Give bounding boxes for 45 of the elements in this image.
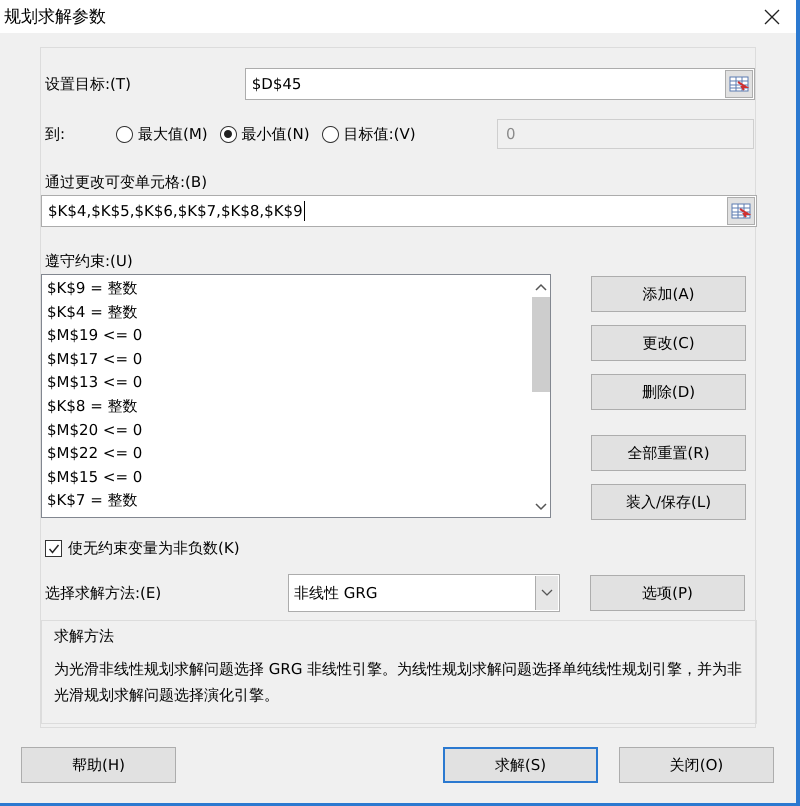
radio-option[interactable]: 最大值(M) (116, 124, 208, 144)
chevron-down-icon (541, 589, 553, 597)
dialog-button[interactable]: 求解(S) (443, 747, 598, 783)
close-icon[interactable] (764, 8, 780, 24)
constraint-item[interactable]: $K$7 = 整数 (47, 489, 532, 513)
constraint-button[interactable]: 添加(A) (591, 276, 746, 312)
scroll-down-icon[interactable] (535, 503, 547, 511)
constraint-button[interactable]: 删除(D) (591, 374, 746, 410)
constraint-item[interactable]: $K$8 = 整数 (47, 394, 532, 419)
method-label: 选择求解方法:(E) (45, 584, 162, 602)
constraint-button[interactable]: 全部重置(R) (591, 435, 746, 471)
objective-label: 设置目标:(T) (45, 74, 132, 94)
constraint-item[interactable]: $M$15 <= 0 (47, 466, 532, 490)
options-button[interactable]: 选项(P) (590, 575, 745, 611)
dialog-button[interactable]: 关闭(O) (619, 747, 774, 783)
method-dropdown[interactable]: 非线性 GRG (288, 574, 560, 612)
scrollbar-thumb[interactable] (532, 297, 550, 392)
constraint-item[interactable]: $K$9 = 整数 (47, 277, 532, 301)
nonnegative-checkbox[interactable]: 使无约束变量为非负数(K) (45, 539, 755, 558)
constraint-button[interactable]: 装入/保存(L) (591, 484, 746, 520)
scroll-up-icon[interactable] (535, 283, 547, 291)
description-title: 求解方法 (54, 627, 115, 646)
description-text: 为光滑非线性规划求解问题选择 GRG 非线性引擎。为线性规划求解问题选择单纯线性规划引擎，并为非光滑规划求解问题选择演化引擎。 (54, 659, 744, 706)
constraint-item[interactable]: $M$20 <= 0 (47, 418, 532, 442)
grid-icon (731, 203, 751, 219)
window-title: 规划求解参数 (4, 6, 106, 28)
changing-cells-label: 通过更改可变单元格:(B) (45, 173, 208, 193)
constraint-item[interactable]: $M$17 <= 0 (47, 348, 532, 372)
dialog-button[interactable]: 帮助(H) (21, 747, 176, 783)
to-label: 到: (45, 124, 66, 144)
constraints-label: 遵守约束:(U) (45, 252, 134, 272)
constraint-item[interactable]: $M$22 <= 0 (47, 442, 532, 466)
changing-cells-field[interactable]: $K$4,$K$5,$K$6,$K$7,$K$8,$K$9 (41, 195, 757, 227)
objective-field[interactable]: $D$45 (244, 68, 755, 100)
range-picker-button[interactable] (727, 197, 755, 225)
checkmark-icon (48, 542, 60, 554)
constraint-item[interactable]: $K$4 = 整数 (47, 300, 532, 324)
grid-icon (729, 76, 749, 92)
radio-option[interactable]: 目标值:(V) (322, 124, 416, 144)
constraint-item[interactable]: $M$19 <= 0 (47, 324, 532, 348)
range-picker-button[interactable] (725, 70, 753, 98)
constraints-list[interactable]: $K$9 = 整数 $K$4 = 整数 $M$19 <= 0 $M$17 <= 0 $M$13 <= 0 $K$8 = 整数 $M$20 <= 0 $M$22 <= 0 $M$15 <= 0 $K$7 = 整数 (41, 274, 551, 518)
constraint-item[interactable]: $M$13 <= 0 (47, 371, 532, 395)
constraint-button[interactable]: 更改(C) (591, 325, 746, 361)
radio-option[interactable]: 最小值(N) (220, 124, 310, 144)
